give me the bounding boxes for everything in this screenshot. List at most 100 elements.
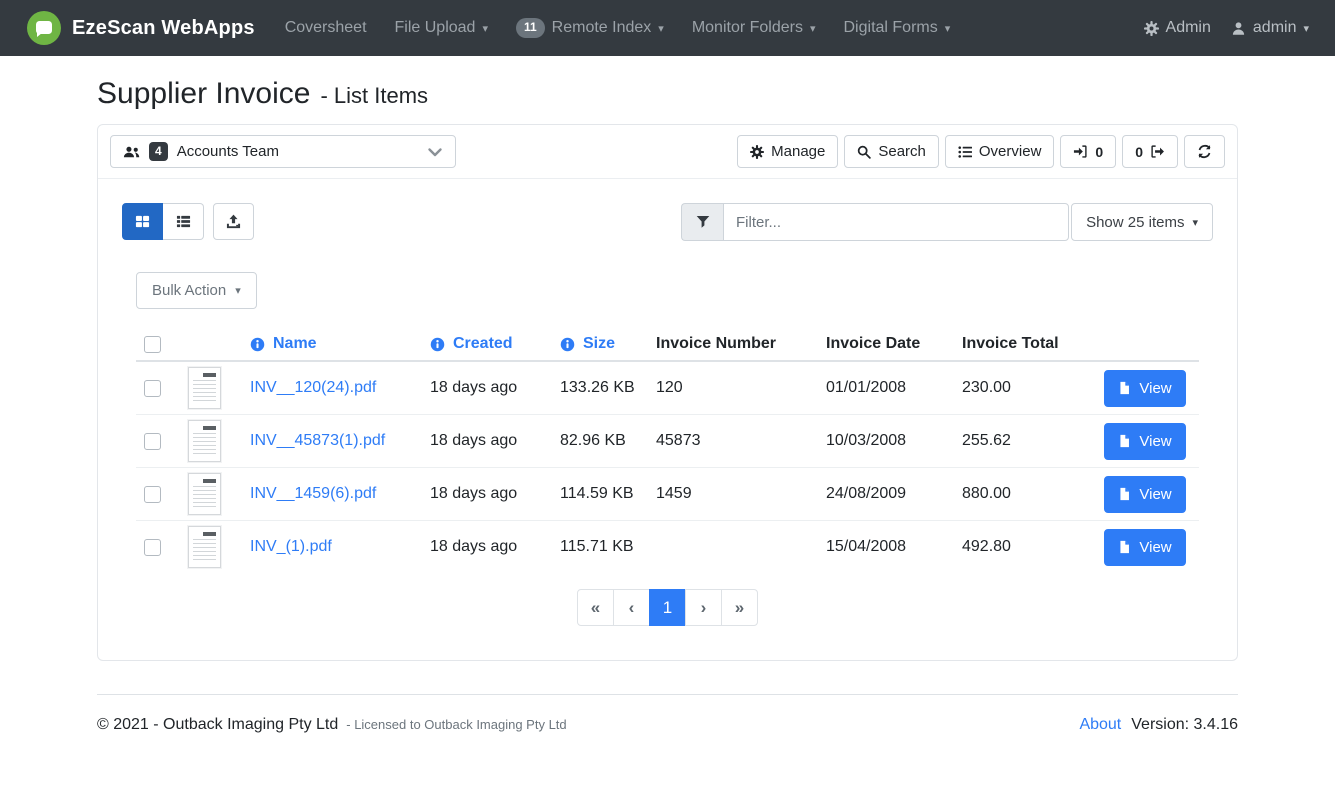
view-button[interactable]: View xyxy=(1104,529,1185,566)
manage-button[interactable]: Manage xyxy=(737,135,838,168)
user-icon xyxy=(1231,21,1246,36)
show-items-label: Show 25 items xyxy=(1086,214,1184,231)
document-thumbnail[interactable] xyxy=(188,473,221,515)
caret-down-icon: ▾ xyxy=(945,24,951,35)
row-checkbox[interactable] xyxy=(144,433,161,450)
invoice-number-cell: 120 xyxy=(648,361,818,415)
brand-link[interactable]: EzeScan WebApps xyxy=(26,10,255,46)
row-checkbox[interactable] xyxy=(144,486,161,503)
invoice-number-cell: 45873 xyxy=(648,415,818,468)
nav-item-label: Remote Index xyxy=(552,19,652,37)
file-icon xyxy=(1118,487,1131,501)
items-table: Name Created xyxy=(136,328,1199,573)
filter-input[interactable] xyxy=(723,203,1069,241)
document-thumbnail[interactable] xyxy=(188,420,221,462)
pagination-page-1[interactable]: 1 xyxy=(649,589,686,626)
search-label: Search xyxy=(878,143,926,160)
sign-in-icon xyxy=(1073,144,1088,159)
column-header-name[interactable]: Name xyxy=(242,328,422,361)
size-cell: 133.26 KB xyxy=(552,361,648,415)
overview-label: Overview xyxy=(979,143,1042,160)
nav-item-admin[interactable]: Admin xyxy=(1144,19,1211,37)
search-button[interactable]: Search xyxy=(844,135,939,168)
column-header-actions xyxy=(1091,328,1199,361)
size-cell: 115.71 KB xyxy=(552,521,648,574)
nav-item-label: Digital Forms xyxy=(844,19,938,37)
file-name-link[interactable]: INV__45873(1).pdf xyxy=(250,432,385,449)
manage-label: Manage xyxy=(771,143,825,160)
table-row: INV__45873(1).pdf 18 days ago 82.96 KB 4… xyxy=(136,415,1199,468)
ezescan-logo-icon xyxy=(26,10,62,46)
invoice-date-cell: 01/01/2008 xyxy=(818,361,954,415)
nav-item-coversheet[interactable]: Coversheet xyxy=(285,19,367,37)
document-thumbnail[interactable] xyxy=(188,367,221,409)
file-name-link[interactable]: INV__1459(6).pdf xyxy=(250,485,376,502)
bulk-action-row: Bulk Action ▾ xyxy=(136,272,1213,309)
chevron-down-icon xyxy=(427,144,443,160)
pagination-next[interactable]: › xyxy=(685,589,722,626)
column-header-invoice-number: Invoice Number xyxy=(648,328,818,361)
licensed-text: - Licensed to Outback Imaging Pty Ltd xyxy=(346,717,566,732)
nav-item-monitor-folders[interactable]: Monitor Folders ▾ xyxy=(692,19,816,37)
view-button[interactable]: View xyxy=(1104,423,1185,460)
info-icon xyxy=(560,337,575,352)
caret-down-icon: ▾ xyxy=(1192,218,1198,229)
file-name-link[interactable]: INV__120(24).pdf xyxy=(250,379,376,396)
info-icon xyxy=(430,337,445,352)
controls-row: Show 25 items ▾ xyxy=(122,203,1213,241)
nav-item-remote-index[interactable]: 11 Remote Index ▾ xyxy=(516,18,664,38)
select-all-checkbox[interactable] xyxy=(144,336,161,353)
nav-item-digital-forms[interactable]: Digital Forms ▾ xyxy=(844,19,951,37)
users-icon xyxy=(123,145,140,159)
pagination-last[interactable]: » xyxy=(721,589,758,626)
file-name-link[interactable]: INV_(1).pdf xyxy=(250,538,332,555)
row-checkbox[interactable] xyxy=(144,539,161,556)
list-icon xyxy=(958,145,972,159)
refresh-button[interactable] xyxy=(1184,135,1225,168)
grid-view-button[interactable] xyxy=(122,203,163,240)
username-label: admin xyxy=(1253,19,1297,37)
list-items-card: 4 Accounts Team Manage xyxy=(97,124,1238,661)
table-header-row: Name Created xyxy=(136,328,1199,361)
card-body: Show 25 items ▾ Bulk Action ▾ xyxy=(98,179,1237,660)
pagination-prev[interactable]: ‹ xyxy=(613,589,650,626)
nav-item-user-menu[interactable]: admin ▾ xyxy=(1231,19,1309,37)
row-checkbox[interactable] xyxy=(144,380,161,397)
file-icon xyxy=(1118,381,1131,395)
view-label: View xyxy=(1139,539,1171,556)
column-header-created[interactable]: Created xyxy=(422,328,552,361)
show-items-dropdown[interactable]: Show 25 items ▾ xyxy=(1071,203,1213,241)
checkout-button[interactable]: 0 xyxy=(1122,135,1178,168)
column-label: Size xyxy=(583,335,615,353)
pagination-first[interactable]: « xyxy=(577,589,614,626)
remote-index-count-badge: 11 xyxy=(516,18,545,38)
created-cell: 18 days ago xyxy=(422,361,552,415)
pagination: « ‹ 1 › » xyxy=(122,589,1213,626)
checkin-button[interactable]: 0 xyxy=(1060,135,1116,168)
about-link[interactable]: About xyxy=(1079,716,1121,734)
sign-out-icon xyxy=(1150,144,1165,159)
team-select[interactable]: 4 Accounts Team xyxy=(110,135,456,168)
file-icon xyxy=(1118,540,1131,554)
overview-button[interactable]: Overview xyxy=(945,135,1055,168)
view-button[interactable]: View xyxy=(1104,370,1185,407)
upload-button[interactable] xyxy=(213,203,254,240)
page-title-sub: - List Items xyxy=(320,83,428,109)
copyright-text: © 2021 - Outback Imaging Pty Ltd xyxy=(97,716,338,734)
caret-down-icon: ▾ xyxy=(482,24,488,35)
invoice-total-cell: 255.62 xyxy=(954,415,1091,468)
search-icon xyxy=(857,145,871,159)
bulk-action-dropdown[interactable]: Bulk Action ▾ xyxy=(136,272,257,309)
view-button[interactable]: View xyxy=(1104,476,1185,513)
grid-icon xyxy=(135,214,150,229)
nav-item-label: File Upload xyxy=(395,19,476,37)
view-label: View xyxy=(1139,433,1171,450)
filter-icon xyxy=(681,203,723,241)
document-thumbnail[interactable] xyxy=(188,526,221,568)
team-count-badge: 4 xyxy=(149,142,168,162)
nav-item-label: Monitor Folders xyxy=(692,19,803,37)
invoice-date-cell: 10/03/2008 xyxy=(818,415,954,468)
list-view-button[interactable] xyxy=(163,203,204,240)
column-header-size[interactable]: Size xyxy=(552,328,648,361)
nav-item-file-upload[interactable]: File Upload ▾ xyxy=(395,19,488,37)
